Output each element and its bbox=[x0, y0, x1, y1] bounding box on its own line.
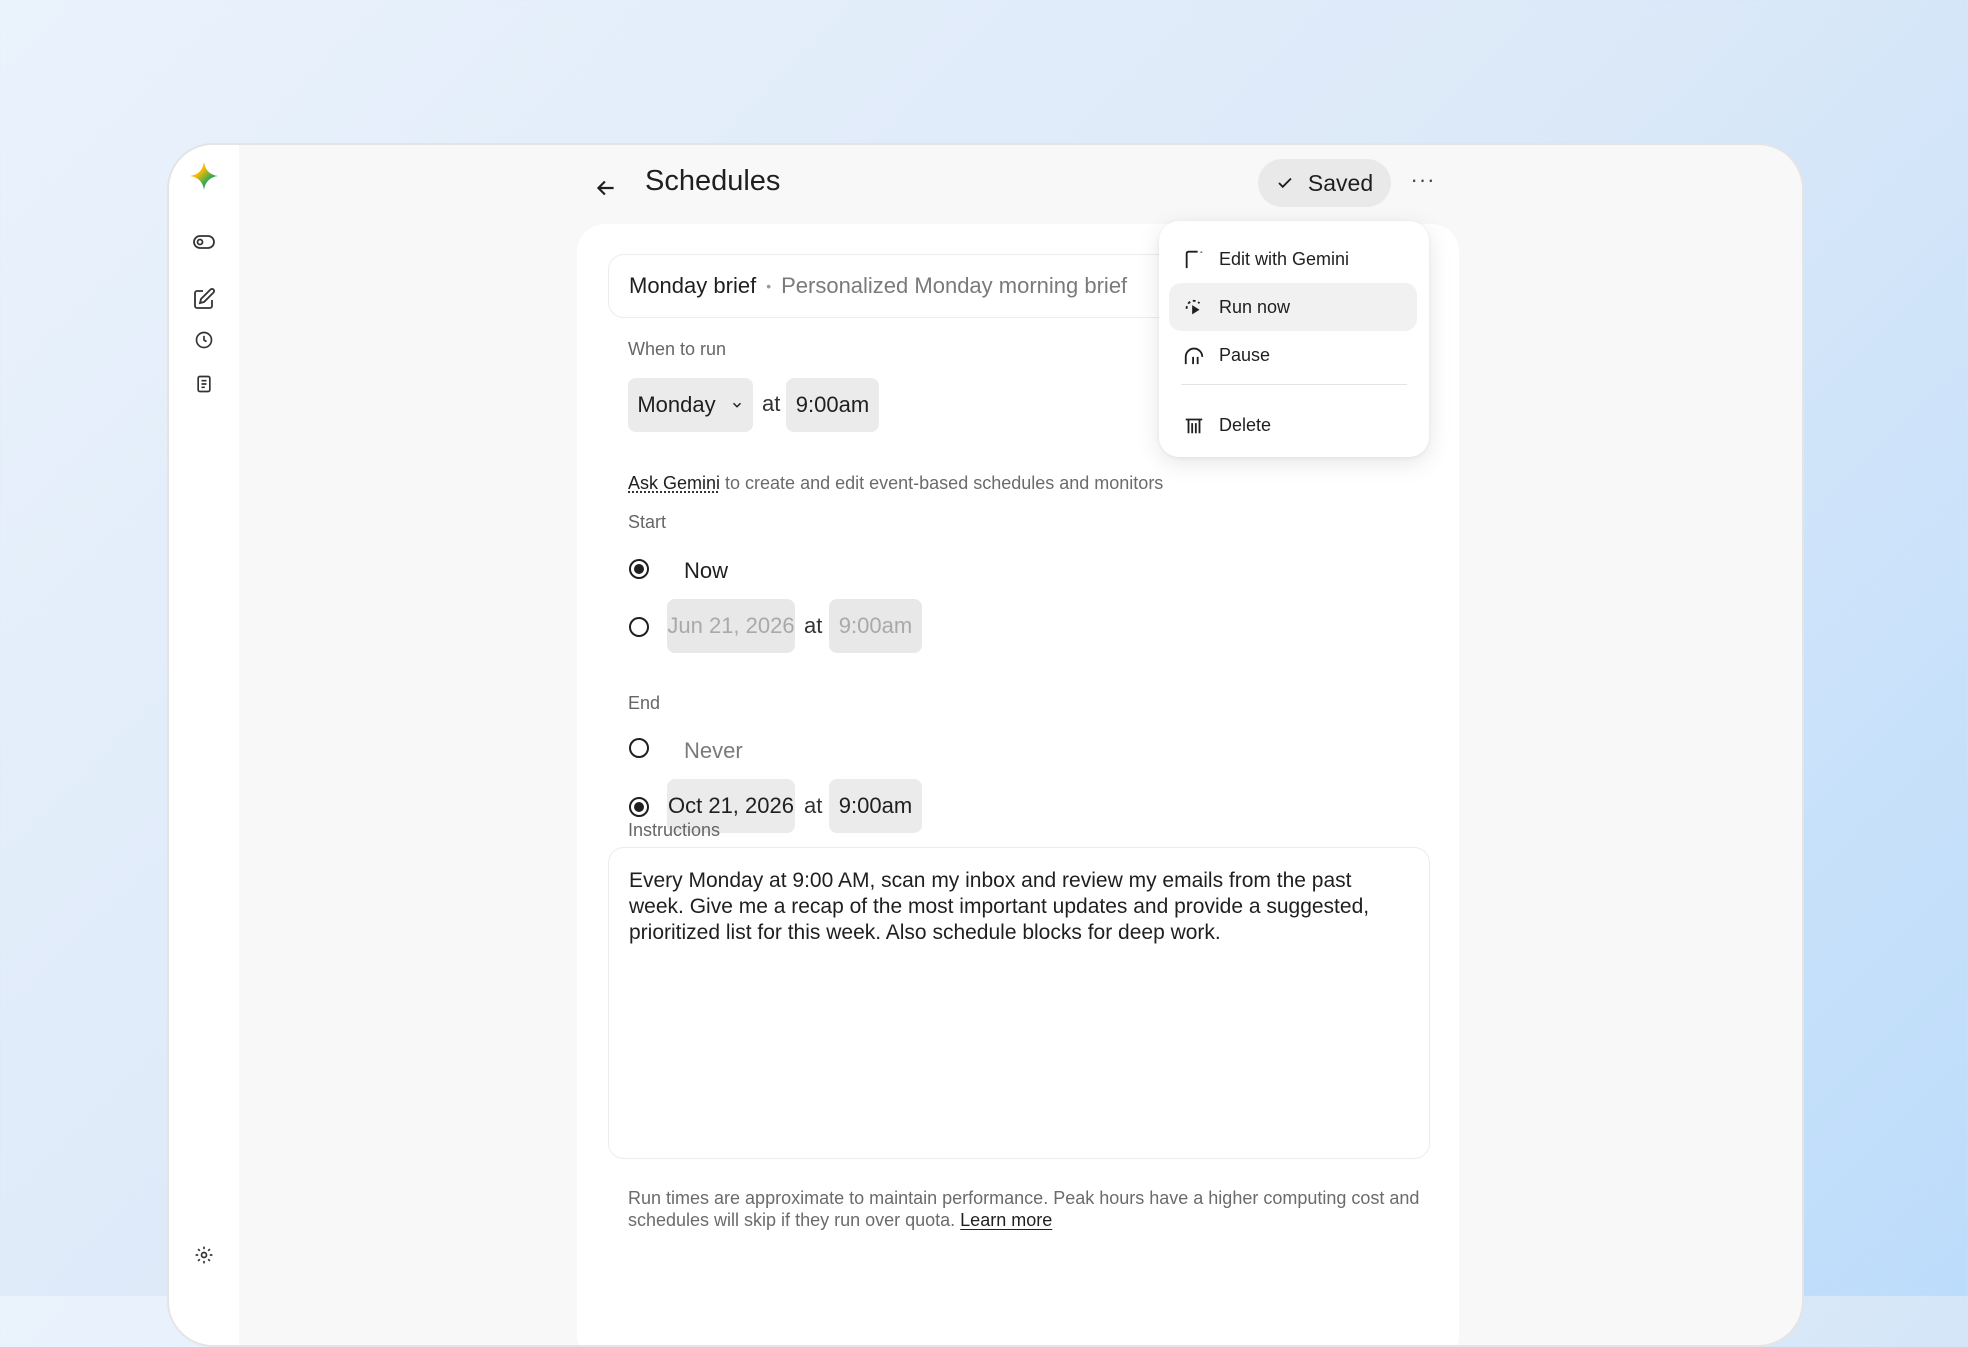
day-value: Monday bbox=[637, 392, 715, 418]
history-icon[interactable] bbox=[189, 325, 219, 355]
more-options-button[interactable]: ··· bbox=[1408, 167, 1438, 187]
menu-item-edit-with-gemini[interactable]: Edit with Gemini bbox=[1169, 235, 1417, 283]
end-label: End bbox=[628, 693, 660, 714]
menu-item-label: Pause bbox=[1219, 345, 1270, 366]
menu-item-delete[interactable]: Delete bbox=[1169, 401, 1417, 449]
menu-item-label: Edit with Gemini bbox=[1219, 249, 1349, 270]
day-dropdown[interactable]: Monday bbox=[628, 378, 753, 432]
end-date-value: Oct 21, 2026 bbox=[668, 793, 794, 819]
end-never-radio[interactable] bbox=[629, 738, 649, 758]
end-time-value: 9:00am bbox=[839, 793, 912, 819]
end-time-field[interactable]: 9:00am bbox=[829, 779, 922, 833]
nav-rail bbox=[169, 145, 239, 1345]
when-to-run-label: When to run bbox=[628, 339, 726, 360]
start-date-value: Jun 21, 2026 bbox=[667, 613, 794, 639]
schedule-description: Personalized Monday morning brief bbox=[781, 273, 1127, 299]
arrow-left-icon bbox=[593, 175, 619, 201]
check-icon bbox=[1276, 174, 1294, 192]
start-now-radio[interactable] bbox=[629, 559, 649, 579]
menu-item-pause[interactable]: Pause bbox=[1169, 331, 1417, 379]
run-time-field[interactable]: 9:00am bbox=[786, 378, 879, 432]
ask-gemini-hint: Ask Gemini to create and edit event-base… bbox=[628, 473, 1163, 494]
separator: • bbox=[766, 278, 771, 294]
at-label: at bbox=[762, 391, 780, 417]
menu-item-label: Delete bbox=[1219, 415, 1271, 436]
settings-icon[interactable] bbox=[189, 1240, 219, 1270]
instructions-textarea[interactable]: Every Monday at 9:00 AM, scan my inbox a… bbox=[608, 847, 1430, 1159]
start-date-field[interactable]: Jun 21, 2026 bbox=[667, 599, 795, 653]
saved-button[interactable]: Saved bbox=[1258, 159, 1391, 207]
footnote: Run times are approximate to maintain pe… bbox=[628, 1187, 1438, 1231]
edit-icon[interactable] bbox=[189, 284, 219, 314]
back-button[interactable] bbox=[593, 175, 619, 201]
ask-gemini-link[interactable]: Ask Gemini bbox=[628, 473, 720, 493]
app-window: Schedules Saved ··· Monday brief • Perso… bbox=[167, 143, 1804, 1347]
page-title: Schedules bbox=[645, 165, 780, 198]
run-time-value: 9:00am bbox=[796, 392, 869, 418]
learn-more-link[interactable]: Learn more bbox=[960, 1210, 1052, 1230]
menu-item-run-now[interactable]: Run now bbox=[1169, 283, 1417, 331]
edit-gemini-icon bbox=[1181, 246, 1207, 272]
schedule-name: Monday brief bbox=[629, 273, 756, 299]
start-time-value: 9:00am bbox=[839, 613, 912, 639]
hint-text: to create and edit event-based schedules… bbox=[720, 473, 1163, 493]
run-now-icon bbox=[1181, 294, 1207, 320]
notes-icon[interactable] bbox=[189, 369, 219, 399]
menu-item-label: Run now bbox=[1219, 297, 1290, 318]
start-at-label: at bbox=[804, 613, 822, 639]
end-never-label: Never bbox=[684, 738, 743, 764]
start-now-label: Now bbox=[684, 558, 728, 584]
start-label: Start bbox=[628, 512, 666, 533]
gemini-logo-icon[interactable] bbox=[189, 161, 219, 191]
overflow-menu: Edit with Gemini Run now Pause Delete bbox=[1159, 221, 1429, 457]
start-time-field[interactable]: 9:00am bbox=[829, 599, 922, 653]
end-date-radio[interactable] bbox=[629, 797, 649, 817]
start-date-radio[interactable] bbox=[629, 617, 649, 637]
pause-icon bbox=[1181, 342, 1207, 368]
saved-label: Saved bbox=[1308, 170, 1373, 197]
delete-icon bbox=[1181, 412, 1207, 438]
end-at-label: at bbox=[804, 793, 822, 819]
menu-divider bbox=[1181, 384, 1407, 385]
instructions-label: Instructions bbox=[628, 820, 720, 841]
toggle-icon[interactable] bbox=[189, 227, 219, 257]
chevron-down-icon bbox=[730, 398, 744, 412]
